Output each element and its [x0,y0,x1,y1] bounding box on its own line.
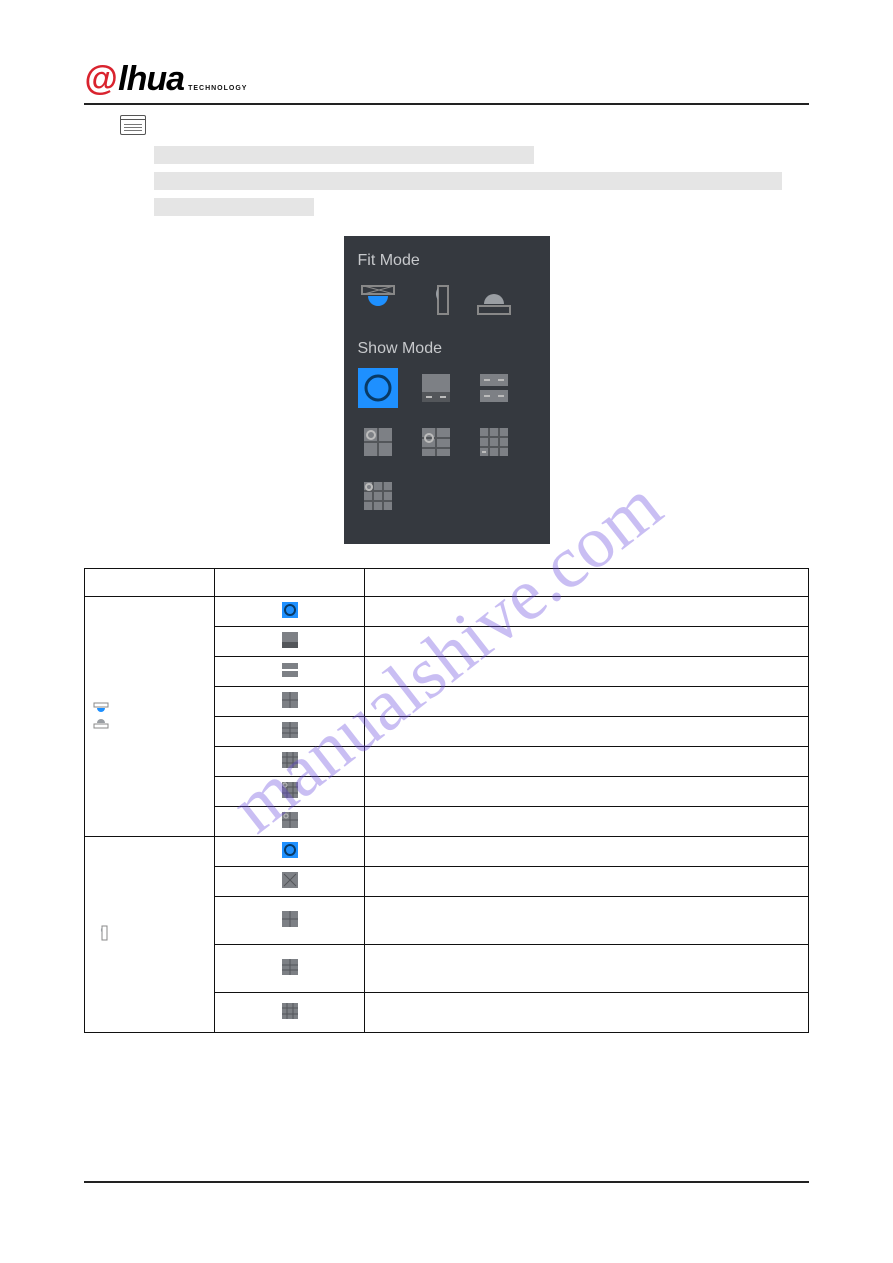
show-grid-icon[interactable] [474,422,514,462]
table-row [85,597,809,627]
mode-icon-cell [215,627,365,657]
ceiling-icon[interactable] [358,280,398,320]
mode-icon-cell [215,807,365,837]
mini-1o-blue-icon [282,602,298,618]
mini-2p-icon [282,662,298,678]
redacted-line [154,172,782,190]
install-ceiling-ground [85,597,215,837]
desc-cell [365,657,809,687]
note-icon [120,115,146,135]
show-1o-icon[interactable] [358,368,398,408]
th-install [85,569,215,597]
desc-cell [365,993,809,1033]
mode-panel: Fit Mode Show Mode [344,236,550,544]
mode-icon-cell [215,687,365,717]
show-2p-icon[interactable] [474,368,514,408]
mini-rgrid-icon [282,812,298,828]
desc-cell [365,687,809,717]
show-mode-label: Show Mode [344,334,550,368]
show-1p1-icon[interactable] [416,368,456,408]
desc-cell [365,897,809,945]
note-text-block [154,146,809,216]
desc-cell [365,837,809,867]
show-1r2-icon[interactable] [416,422,456,462]
brand-at: @ [84,60,116,99]
desc-cell [365,717,809,747]
desc-cell [365,945,809,993]
brand-logo: @lhua TECHNOLOGY [84,60,809,99]
mode-icon-cell [215,897,365,945]
mode-icon-cell [215,867,365,897]
desc-cell [365,627,809,657]
header-rule [84,103,809,105]
mini-1r2b-icon [282,959,298,975]
show-1r1-icon[interactable] [358,422,398,462]
th-icon [215,569,365,597]
footer-rule [84,1181,809,1183]
fit-mode-row [344,280,550,334]
show-mode-row-1 [344,368,550,422]
mini-1r1b-icon [282,911,298,927]
show-mode-row-3 [344,476,550,530]
mini-grid2-icon [282,782,298,798]
show-mode-row-2 [344,422,550,476]
show-grid2-icon[interactable] [358,476,398,516]
desc-cell [365,777,809,807]
mini-1p1-icon [282,632,298,648]
mini-gridx-icon [282,1003,298,1019]
mini-1r2-icon [282,722,298,738]
ceiling-mini-icon [93,702,109,714]
mode-icon-cell [215,993,365,1033]
desc-cell [365,747,809,777]
table-row [85,837,809,867]
mode-table [84,568,809,1033]
desc-cell [365,867,809,897]
desc-cell [365,597,809,627]
mode-icon-cell [215,747,365,777]
wall-icon[interactable] [416,280,456,320]
redacted-line [154,146,534,164]
mini-grid-icon [282,752,298,768]
mode-icon-cell [215,837,365,867]
install-wall [85,837,215,1033]
wall-mini-icon [93,925,109,937]
th-desc [365,569,809,597]
mode-icon-cell [215,717,365,747]
fit-mode-label: Fit Mode [344,246,550,280]
mode-icon-cell [215,777,365,807]
ground-mini-icon [93,717,109,729]
table-header-row [85,569,809,597]
mode-icon-cell [215,597,365,627]
ground-icon[interactable] [474,280,514,320]
brand-name: lhua [118,60,184,99]
mini-x-icon [282,872,298,888]
mini-1r1-icon [282,692,298,708]
desc-cell [365,807,809,837]
redacted-line [154,198,314,216]
mini-1o-blue-icon [282,842,298,858]
brand-tag: TECHNOLOGY [188,85,247,92]
mode-icon-cell [215,945,365,993]
mode-icon-cell [215,657,365,687]
